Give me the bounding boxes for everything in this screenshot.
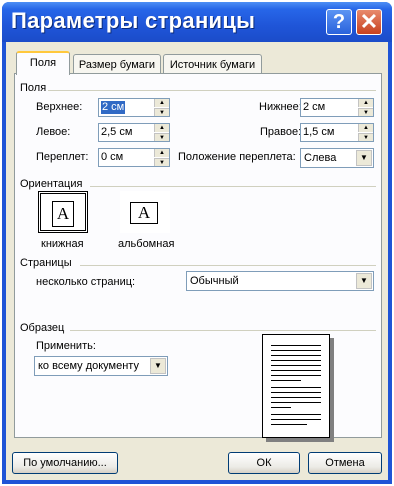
spin-down-icon[interactable]: ▼ [154,133,169,141]
portrait-page-icon: A [52,201,74,227]
gutter-position-select[interactable]: Слева ▼ [300,148,374,168]
help-button[interactable]: ? [326,9,352,35]
chevron-down-icon[interactable]: ▼ [150,358,166,374]
default-button[interactable]: По умолчанию... [12,452,118,474]
spin-down-icon[interactable]: ▼ [358,108,373,116]
bottom-margin-spinner[interactable]: 2 см ▲ ▼ [300,98,374,117]
title-bar[interactable]: Параметры страницы ? ✕ [2,2,392,42]
preview-group-rule [70,330,376,331]
bottom-margin-value[interactable]: 2 см [303,101,325,114]
spin-up-icon[interactable]: ▲ [154,149,169,157]
top-margin-spinner[interactable]: 2 см ▲ ▼ [98,98,170,117]
chevron-down-icon[interactable]: ▼ [356,150,372,166]
tab-margins[interactable]: Поля [16,51,70,75]
left-margin-label: Левое: [36,126,71,138]
preview-group-label: Образец [20,322,65,334]
chevron-down-icon[interactable]: ▼ [356,273,372,289]
tab-paper-source[interactable]: Источник бумаги [163,54,262,74]
spin-up-icon[interactable]: ▲ [154,99,169,107]
gutter-position-value: Слева [304,152,337,164]
top-margin-value[interactable]: 2 см [101,101,126,114]
margins-group-rule [48,90,376,91]
portrait-option[interactable]: A [38,191,88,233]
cancel-button[interactable]: Отмена [308,452,382,474]
spin-up-icon[interactable]: ▲ [358,124,373,132]
gutter-position-label: Положение переплета: [178,151,296,163]
bottom-margin-label: Нижнее: [259,101,302,113]
apply-to-label: Применить: [36,340,96,352]
apply-to-select[interactable]: ко всему документу ▼ [34,356,168,376]
gutter-value[interactable]: 0 см [101,151,123,164]
left-margin-spinner[interactable]: 2,5 см ▲ ▼ [98,123,170,142]
landscape-page-icon: A [130,202,158,224]
multiple-pages-select[interactable]: Обычный ▼ [186,271,374,291]
right-margin-label: Правое: [260,126,302,138]
right-margin-value[interactable]: 1,5 см [303,126,334,139]
pages-group-label: Страницы [20,257,72,269]
pages-group-rule [80,265,376,266]
dialog-window: Параметры страницы ? ✕ Поля Размер бумаг… [2,2,392,484]
apply-to-value: ко всему документу [38,360,139,372]
right-margin-spinner[interactable]: 1,5 см ▲ ▼ [300,123,374,142]
spin-up-icon[interactable]: ▲ [358,99,373,107]
spin-down-icon[interactable]: ▼ [154,108,169,116]
gutter-spinner[interactable]: 0 см ▲ ▼ [98,148,170,167]
landscape-label[interactable]: альбомная [118,238,174,250]
multiple-pages-value: Обычный [190,275,239,287]
landscape-option[interactable]: A [120,191,170,233]
dialog-title: Параметры страницы [11,8,256,33]
multiple-pages-label: несколько страниц: [36,276,136,288]
portrait-label[interactable]: книжная [41,238,84,250]
page-preview [262,334,330,438]
dialog-client-area: Поля Размер бумаги Источник бумаги Поля … [6,42,388,480]
orientation-group-rule [90,186,376,187]
close-button[interactable]: ✕ [356,9,382,35]
ok-button[interactable]: ОК [228,452,300,474]
left-margin-value[interactable]: 2,5 см [101,126,132,139]
orientation-group-label: Ориентация [20,178,83,190]
spin-up-icon[interactable]: ▲ [154,124,169,132]
gutter-label: Переплет: [36,151,89,163]
spin-down-icon[interactable]: ▼ [358,133,373,141]
spin-down-icon[interactable]: ▼ [154,158,169,166]
tab-paper-size[interactable]: Размер бумаги [73,54,161,74]
margins-group-label: Поля [20,82,47,94]
top-margin-label: Верхнее: [36,101,83,113]
